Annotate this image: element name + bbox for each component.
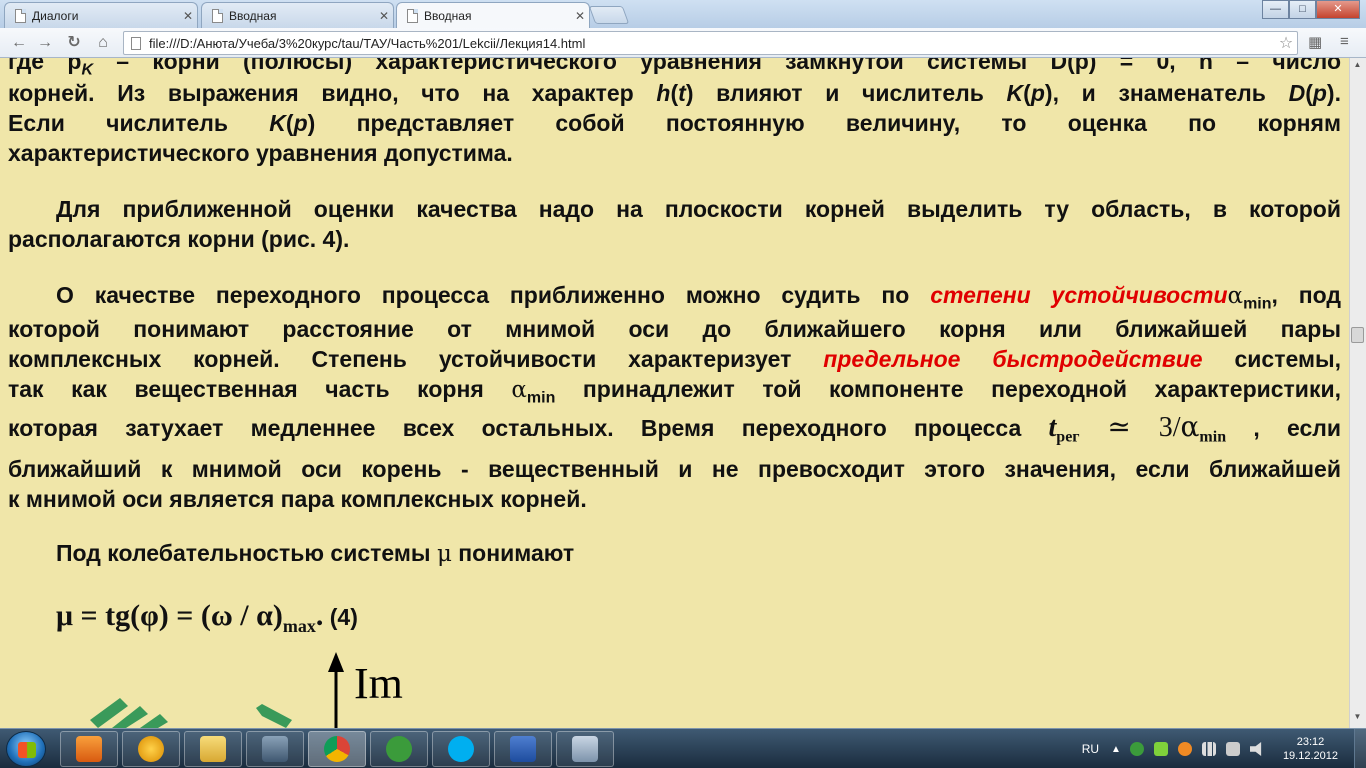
- taskbar-mathcad[interactable]: [246, 731, 304, 767]
- page-icon: [15, 8, 26, 23]
- paragraph-roots-line4: характеристического уравнения допустима.: [8, 140, 513, 166]
- settling-time-formula: tрег ≃ 3/αmin: [1048, 410, 1227, 446]
- aimp-icon: [138, 736, 164, 762]
- paragraph-stability-line3: комплексных корней. Степень устойчивости…: [8, 346, 1341, 372]
- paragraph-stability-line5: которая затухает медленнее всех остальны…: [8, 410, 1341, 446]
- scroll-down-icon[interactable]: ▼: [1349, 712, 1366, 727]
- forward-arrow-icon[interactable]: →: [34, 33, 56, 53]
- paragraph-stability-line7: к мнимой оси является пара комплексных к…: [8, 486, 587, 512]
- tab-vvodnaya-1[interactable]: Вводная ✕: [201, 2, 394, 28]
- hatched-region: [90, 698, 292, 728]
- clock[interactable]: 23:12 19.12.2012: [1283, 735, 1338, 763]
- home-icon[interactable]: ⌂: [92, 33, 114, 53]
- scrollbar-thumb[interactable]: [1351, 327, 1364, 343]
- browser-toolbar: ← → ↻ ⌂ file:///D:/Анюта/Учеба/3%20курс/…: [0, 28, 1366, 58]
- network-tray-icon[interactable]: [1153, 742, 1168, 756]
- taskbar-chrome[interactable]: [308, 731, 366, 767]
- media-player-icon: [76, 736, 102, 762]
- tab-vvodnaya-active[interactable]: Вводная ✕: [396, 2, 590, 29]
- title-bar: Диалоги ✕ Вводная ✕ Вводная ✕ — □ ✕: [0, 0, 1366, 29]
- page-icon: [212, 8, 223, 23]
- tab-close-icon[interactable]: ✕: [375, 9, 393, 23]
- language-indicator[interactable]: RU: [1082, 742, 1099, 756]
- vertical-scrollbar[interactable]: [1349, 58, 1366, 728]
- back-arrow-icon[interactable]: ←: [8, 33, 30, 53]
- tab-close-icon[interactable]: ✕: [571, 9, 589, 23]
- paragraph-oscillation: Под колебательностью системы μ понимают: [56, 540, 575, 567]
- page-icon: [131, 36, 141, 50]
- scroll-up-icon[interactable]: ▲: [1349, 60, 1366, 75]
- magnifier-icon: [572, 736, 598, 762]
- taskbar: RU ▲ 23:12 19.12.2012: [0, 728, 1366, 768]
- app-tray-icon[interactable]: [1177, 742, 1192, 756]
- extension-icon[interactable]: ▦: [1308, 33, 1322, 51]
- term-stability-degree: степени устойчивости: [930, 282, 1228, 308]
- show-desktop-button[interactable]: [1354, 729, 1366, 768]
- tab-label: Вводная: [424, 9, 472, 23]
- flag-tray-icon[interactable]: [1225, 742, 1240, 756]
- maximize-button[interactable]: □: [1289, 0, 1316, 19]
- taskbar-skype[interactable]: [432, 731, 490, 767]
- hatch-mark: [256, 704, 292, 728]
- system-tray: RU ▲ 23:12 19.12.2012: [1082, 729, 1366, 768]
- window-controls: — □ ✕: [1262, 0, 1360, 19]
- tab-label: Вводная: [229, 8, 277, 23]
- taskbar-aimp[interactable]: [122, 731, 180, 767]
- paragraph-stability-line6: ближайший к мнимой оси корень - веществе…: [8, 456, 1341, 482]
- axis-label-im: Im: [354, 659, 403, 708]
- start-button[interactable]: [6, 731, 46, 767]
- tab-dialogi[interactable]: Диалоги ✕: [4, 2, 198, 28]
- paragraph-stability-line2: которой понимают расстояние от мнимой ос…: [8, 316, 1341, 342]
- clock-date: 19.12.2012: [1282, 750, 1338, 762]
- bookmark-star-icon[interactable]: ☆: [1275, 33, 1297, 53]
- paragraph-roots-line2: корней. Из выражения видно, что на харак…: [8, 80, 1341, 106]
- utorrent-icon: [386, 736, 412, 762]
- address-bar[interactable]: file:///D:/Анюта/Учеба/3%20курс/tau/ТАУ/…: [123, 31, 1298, 55]
- paragraph-stability-line4: так как вещественная часть корня αmin пр…: [8, 376, 1341, 407]
- word-icon: [510, 736, 536, 762]
- minimize-button[interactable]: —: [1262, 0, 1289, 19]
- taskbar-word[interactable]: [494, 731, 552, 767]
- paragraph-roots-line3: Если числитель K(p) представляет собой п…: [8, 110, 1341, 136]
- folder-icon: [200, 736, 226, 762]
- tray-expand-icon[interactable]: ▲: [1111, 744, 1121, 755]
- taskbar-utorrent[interactable]: [370, 731, 428, 767]
- mathcad-icon: [262, 736, 288, 762]
- url-text: file:///D:/Анюта/Учеба/3%20курс/tau/ТАУ/…: [149, 35, 586, 51]
- taskbar-media-player[interactable]: [60, 731, 118, 767]
- tab-close-icon[interactable]: ✕: [179, 9, 197, 23]
- utorrent-tray-icon[interactable]: [1129, 742, 1144, 756]
- formula-4: μ = tg(φ) = (ω / α)max. (4): [56, 599, 358, 636]
- volume-icon[interactable]: [1249, 742, 1262, 756]
- paragraph-estimate-line2: располагаются корни (рис. 4).: [8, 226, 350, 252]
- term-max-speed: предельное быстродействие: [823, 346, 1203, 372]
- axis-arrow-icon: [328, 652, 344, 672]
- tab-label: Диалоги: [32, 8, 79, 23]
- skype-icon: [448, 736, 474, 762]
- reload-icon[interactable]: ↻: [63, 33, 85, 53]
- taskbar-explorer[interactable]: [184, 731, 242, 767]
- page-content: где pK – корни (полюсы) характеристическ…: [0, 58, 1349, 728]
- close-button[interactable]: ✕: [1316, 0, 1360, 19]
- windows-logo-icon: [18, 742, 36, 758]
- new-tab-button[interactable]: [588, 6, 630, 24]
- signal-strength-icon[interactable]: [1201, 742, 1216, 756]
- page-icon: [407, 9, 418, 23]
- paragraph-estimate-line1: Для приближенной оценки качества надо на…: [56, 196, 1341, 222]
- wrench-icon[interactable]: ≡: [1340, 33, 1349, 50]
- chrome-icon: [324, 736, 350, 762]
- clock-time: 23:12: [1296, 736, 1325, 748]
- taskbar-search-tool[interactable]: [556, 731, 614, 767]
